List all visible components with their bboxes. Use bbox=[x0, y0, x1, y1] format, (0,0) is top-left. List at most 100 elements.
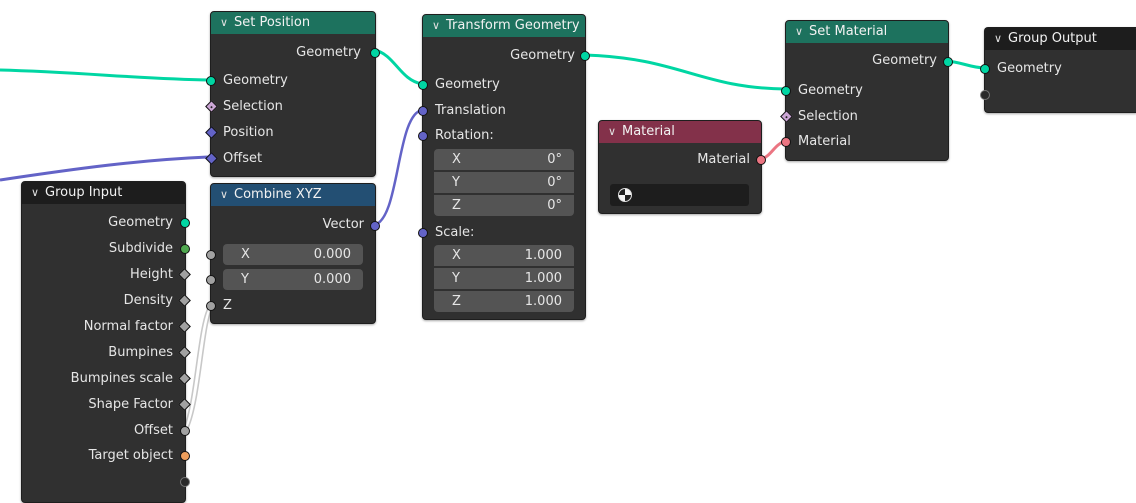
chevron-down-icon[interactable]: ∨ bbox=[994, 28, 1008, 50]
output-density: Density bbox=[123, 293, 173, 308]
combine-xyz-node[interactable]: ∨ Combine XYZ Vector X 0.000 Y 0.000 Z bbox=[206, 183, 380, 324]
node-title: Set Position bbox=[234, 15, 311, 30]
output-height: Height bbox=[130, 267, 173, 282]
output-subdivide: Subdivide bbox=[108, 241, 173, 256]
height-output-socket[interactable] bbox=[178, 268, 191, 281]
combine-xyz-header[interactable]: ∨ Combine XYZ bbox=[211, 184, 375, 206]
output-target-object: Target object bbox=[88, 448, 173, 463]
group-output-node[interactable]: ∨ Group Output Geometry bbox=[980, 27, 1136, 113]
vector-output-socket[interactable] bbox=[370, 221, 380, 231]
translation-input-socket[interactable] bbox=[418, 106, 428, 116]
node-title: Group Output bbox=[1008, 31, 1097, 46]
geometry-output-socket[interactable] bbox=[370, 48, 380, 58]
input-offset: Offset bbox=[223, 151, 263, 166]
link-set-position-to-transform bbox=[374, 48, 423, 86]
transform-geometry-header[interactable]: ∨ Transform Geometry bbox=[423, 15, 585, 37]
normal-factor-output-socket[interactable] bbox=[178, 320, 191, 333]
output-bumpines: Bumpines bbox=[108, 345, 173, 360]
set-material-header[interactable]: ∨ Set Material bbox=[786, 21, 948, 43]
output-geometry: Geometry bbox=[872, 53, 937, 68]
set-material-node[interactable]: ∨ Set Material Geometry Geometry Selectio… bbox=[780, 20, 953, 161]
output-geometry: Geometry bbox=[108, 215, 173, 230]
rotation-z-field[interactable]: Z 0° bbox=[434, 195, 574, 216]
geometry-output-socket[interactable] bbox=[943, 57, 953, 67]
input-geometry: Geometry bbox=[223, 73, 288, 88]
input-geometry: Geometry bbox=[798, 83, 863, 98]
output-bumpines-scale: Bumpines scale bbox=[70, 371, 173, 386]
input-position: Position bbox=[223, 125, 274, 140]
scale-input-socket[interactable] bbox=[418, 228, 428, 238]
input-geometry: Geometry bbox=[997, 61, 1062, 76]
scale-y-field[interactable]: Y 1.000 bbox=[434, 268, 574, 289]
target-object-output-socket[interactable] bbox=[180, 451, 190, 461]
output-geometry: Geometry bbox=[296, 45, 361, 60]
offset-input-socket[interactable] bbox=[205, 152, 218, 165]
selection-input-socket[interactable] bbox=[780, 110, 793, 123]
output-material: Material bbox=[697, 152, 750, 167]
group-output-header[interactable]: ∨ Group Output bbox=[985, 28, 1136, 50]
scale-z-field[interactable]: Z 1.000 bbox=[434, 291, 574, 312]
geometry-input-socket[interactable] bbox=[206, 76, 216, 86]
scale-x-field[interactable]: X 1.000 bbox=[434, 245, 574, 266]
node-title: Material bbox=[622, 124, 675, 139]
output-shape-factor: Shape Factor bbox=[88, 397, 173, 412]
set-position-node[interactable]: ∨ Set Position Geometry Geometry Selectio… bbox=[205, 11, 380, 177]
link-combine-to-translation bbox=[373, 108, 423, 227]
geometry-output-socket[interactable] bbox=[580, 51, 590, 61]
x-input-socket[interactable] bbox=[206, 250, 216, 260]
link-in-to-set-position-offset bbox=[0, 155, 209, 182]
rotation-x-field[interactable]: X 0° bbox=[434, 149, 574, 170]
link-transform-to-set-material bbox=[584, 53, 786, 91]
material-sphere-icon bbox=[618, 188, 632, 202]
input-scale-label: Scale: bbox=[435, 225, 475, 240]
material-input-socket[interactable] bbox=[781, 137, 791, 147]
group-input-node[interactable]: ∨ Group Input Geometry Subdivide Height D… bbox=[21, 181, 191, 503]
density-output-socket[interactable] bbox=[178, 294, 191, 307]
output-normal-factor: Normal factor bbox=[83, 319, 173, 334]
chevron-down-icon[interactable]: ∨ bbox=[432, 15, 446, 37]
transform-geometry-node[interactable]: ∨ Transform Geometry Geometry Geometry Tr… bbox=[418, 14, 590, 320]
selection-input-socket[interactable] bbox=[205, 100, 218, 113]
input-z: Z bbox=[223, 298, 232, 313]
input-material: Material bbox=[798, 134, 851, 149]
chevron-down-icon[interactable]: ∨ bbox=[31, 182, 45, 204]
rotation-y-field[interactable]: Y 0° bbox=[434, 172, 574, 193]
node-title: Set Material bbox=[809, 24, 888, 39]
shape-factor-output-socket[interactable] bbox=[178, 398, 191, 411]
chevron-down-icon[interactable]: ∨ bbox=[220, 12, 234, 34]
geometry-input-socket[interactable] bbox=[980, 64, 990, 74]
empty-input-socket[interactable] bbox=[980, 90, 990, 100]
input-selection: Selection bbox=[798, 109, 858, 124]
chevron-down-icon[interactable]: ∨ bbox=[795, 21, 809, 43]
bumpines-scale-output-socket[interactable] bbox=[178, 372, 191, 385]
x-field[interactable]: X 0.000 bbox=[223, 244, 363, 265]
material-node[interactable]: ∨ Material Material bbox=[598, 120, 766, 214]
y-field[interactable]: Y 0.000 bbox=[223, 269, 363, 290]
input-translation: Translation bbox=[435, 103, 506, 118]
empty-output-socket[interactable] bbox=[180, 477, 190, 487]
rotation-input-socket[interactable] bbox=[418, 131, 428, 141]
z-input-socket[interactable] bbox=[206, 301, 216, 311]
group-input-header[interactable]: ∨ Group Input bbox=[22, 182, 185, 204]
chevron-down-icon[interactable]: ∨ bbox=[220, 184, 234, 206]
geometry-input-socket[interactable] bbox=[418, 80, 428, 90]
node-title: Transform Geometry bbox=[446, 18, 580, 33]
set-position-header[interactable]: ∨ Set Position bbox=[211, 12, 375, 34]
bumpines-output-socket[interactable] bbox=[178, 346, 191, 359]
material-header[interactable]: ∨ Material bbox=[599, 121, 761, 143]
chevron-down-icon[interactable]: ∨ bbox=[608, 121, 622, 143]
offset-output-socket[interactable] bbox=[180, 426, 190, 436]
output-offset: Offset bbox=[133, 423, 173, 438]
geometry-input-socket[interactable] bbox=[781, 86, 791, 96]
y-input-socket[interactable] bbox=[206, 275, 216, 285]
node-title: Group Input bbox=[45, 185, 123, 200]
material-output-socket[interactable] bbox=[756, 155, 766, 165]
input-geometry: Geometry bbox=[435, 77, 500, 92]
position-input-socket[interactable] bbox=[205, 126, 218, 139]
link-offset-to-z-b bbox=[187, 305, 214, 429]
geometry-output-socket[interactable] bbox=[180, 218, 190, 228]
subdivide-output-socket[interactable] bbox=[180, 244, 190, 254]
material-selector[interactable] bbox=[610, 184, 749, 206]
node-title: Combine XYZ bbox=[234, 187, 322, 202]
link-in-to-set-position-geometry bbox=[0, 68, 211, 82]
